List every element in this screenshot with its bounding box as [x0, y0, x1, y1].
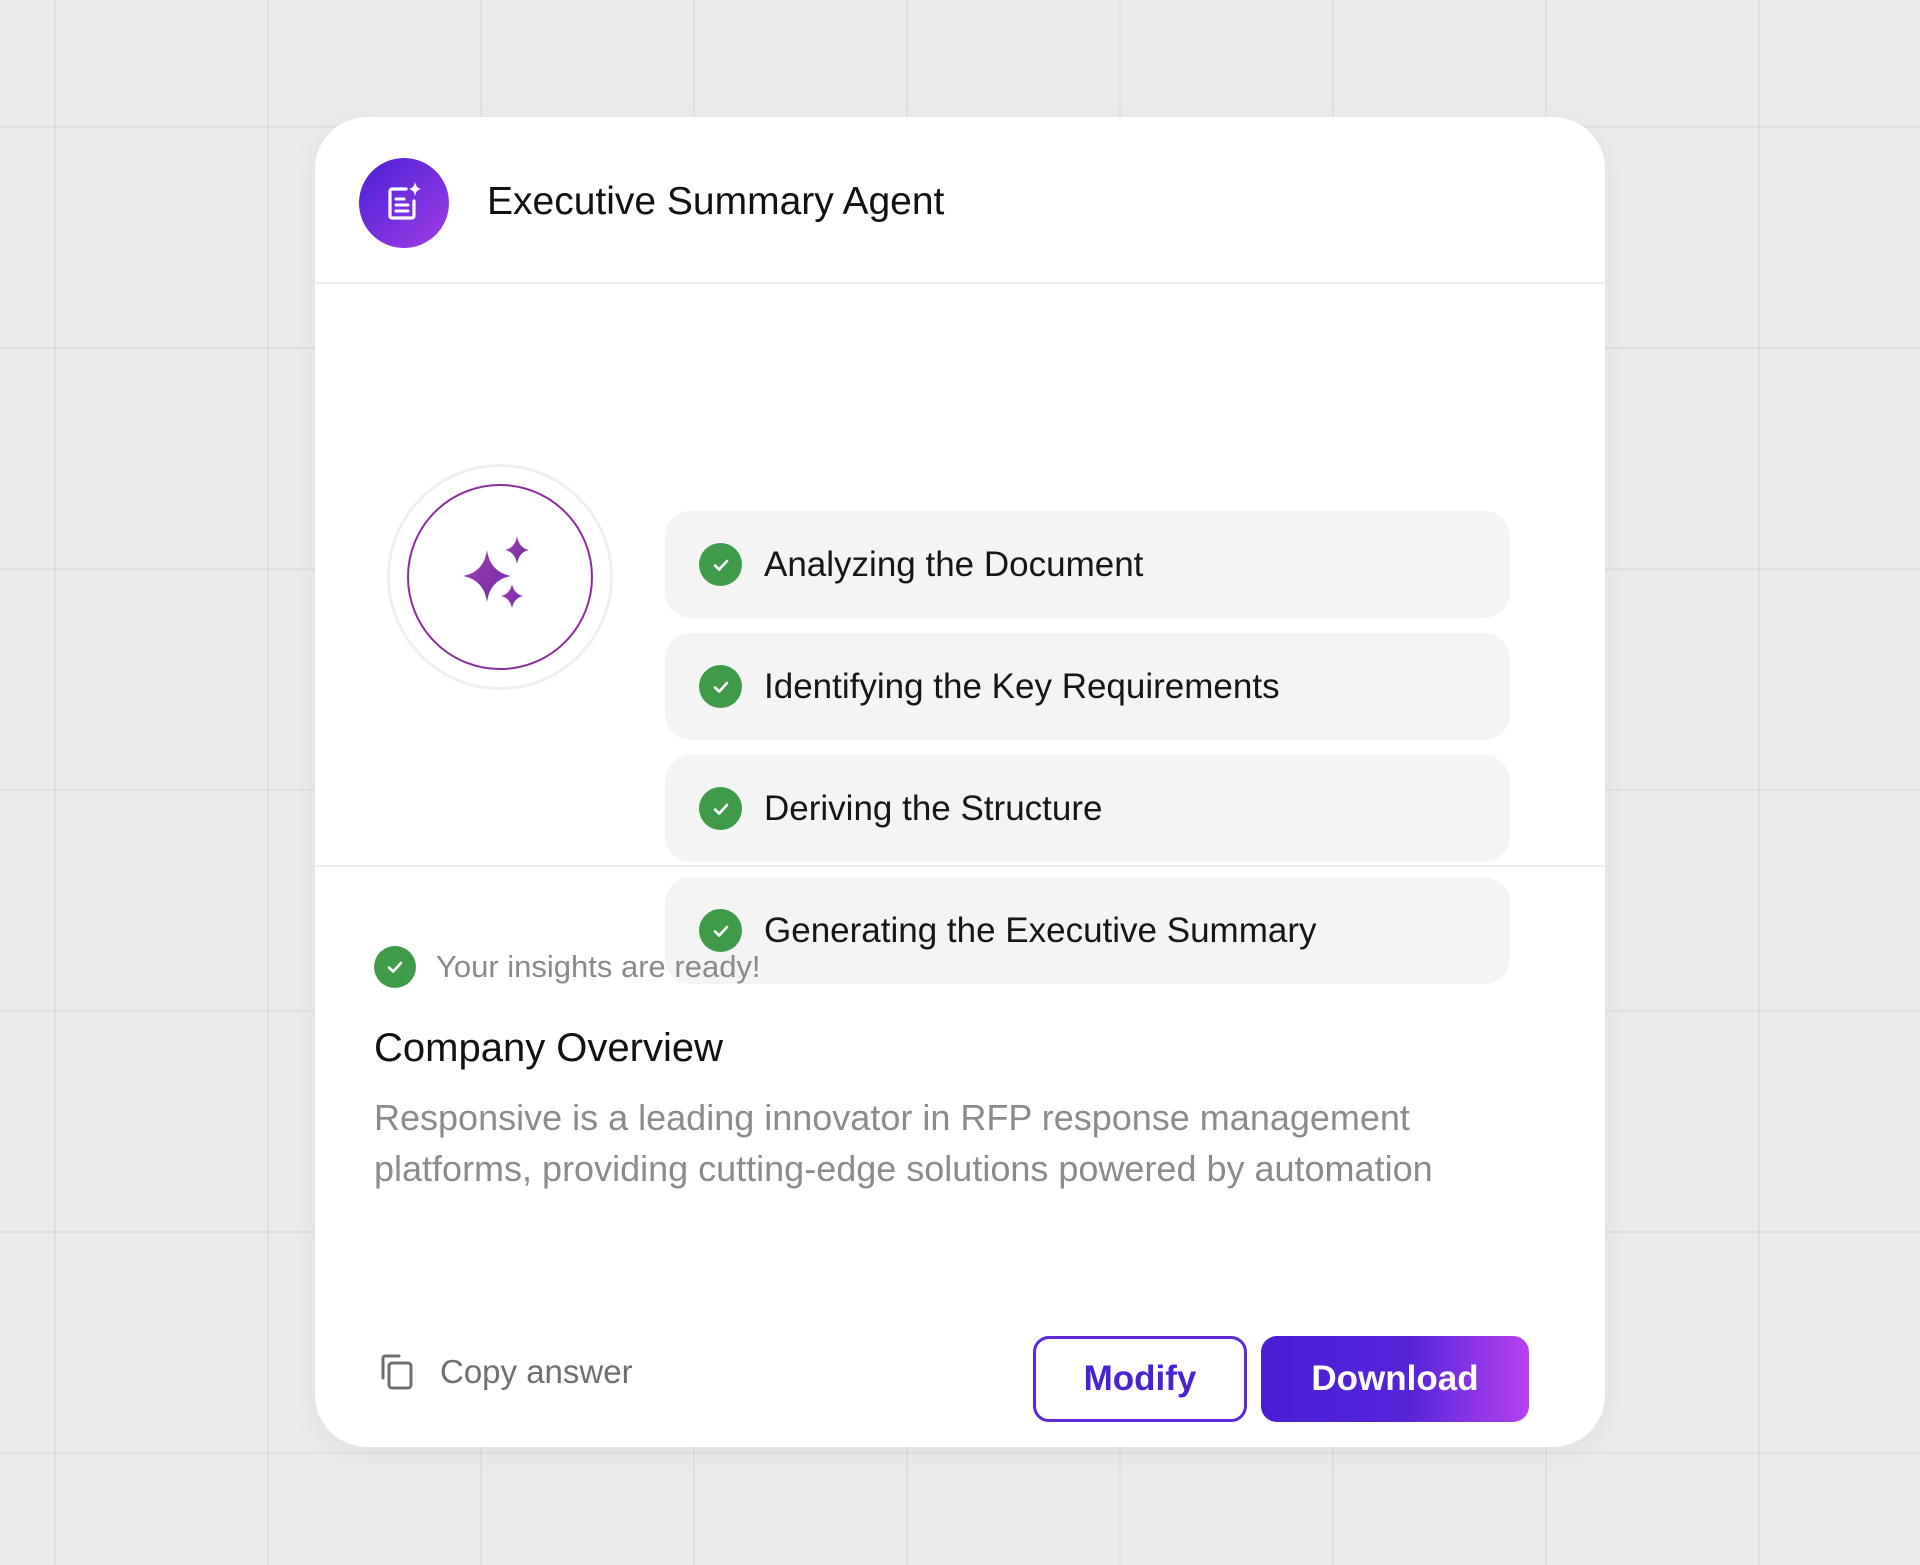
executive-summary-card: Executive Summary Agent Analyzing the Do… [315, 117, 1605, 1447]
download-button[interactable]: Download [1261, 1336, 1529, 1422]
section-body: Responsive is a leading innovator in RFP… [374, 1097, 1433, 1189]
agent-title: Executive Summary Agent [487, 180, 945, 223]
ready-status: Your insights are ready! [374, 945, 761, 989]
section-title: Company Overview [374, 1026, 724, 1070]
copy-answer-label: Copy answer [440, 1353, 633, 1390]
step-item: Identifying the Key Requirements [665, 633, 1510, 740]
step-item: Deriving the Structure [665, 755, 1510, 862]
step-item: Analyzing the Document [665, 511, 1510, 618]
document-sparkle-icon [388, 182, 421, 220]
check-circle-icon [374, 946, 416, 988]
sparkles-icon [463, 536, 529, 608]
check-circle-icon [699, 787, 742, 830]
process-section: Analyzing the Document Identifying the K… [315, 284, 1605, 984]
ready-status-text: Your insights are ready! [436, 949, 761, 984]
check-circle-icon [699, 665, 742, 708]
card-header: Executive Summary Agent [315, 117, 1605, 284]
check-circle-icon [699, 543, 742, 586]
step-label: Deriving the Structure [764, 789, 1103, 828]
agent-avatar [359, 158, 449, 248]
copy-answer-button[interactable]: Copy answer [374, 1347, 633, 1397]
step-label: Analyzing the Document [764, 545, 1144, 584]
result-section: Your insights are ready! Company Overvie… [315, 867, 1605, 1447]
sparkle-orb-ring [407, 484, 593, 670]
copy-icon [381, 1354, 413, 1390]
sparkle-orb [387, 464, 613, 690]
modify-button[interactable]: Modify [1033, 1336, 1247, 1422]
step-label: Identifying the Key Requirements [764, 667, 1280, 706]
